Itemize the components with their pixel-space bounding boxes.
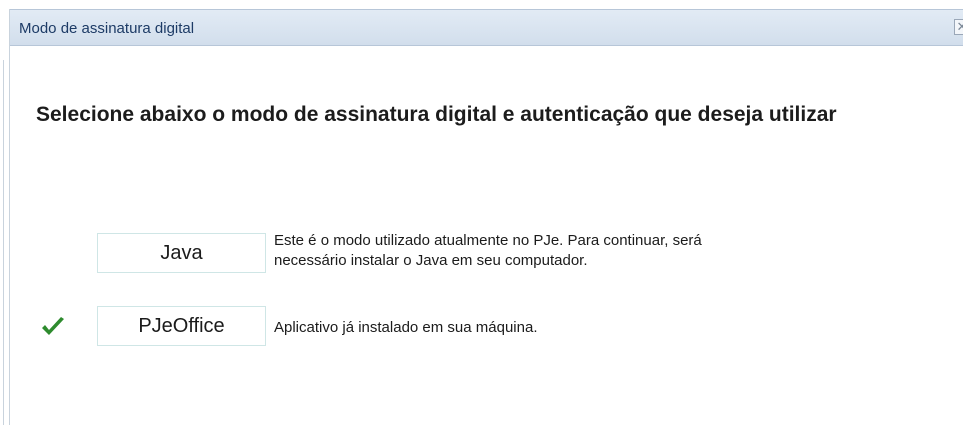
- java-mode-description: Este é o modo utilizado atualmente no PJ…: [274, 231, 934, 271]
- checkmark-icon: [42, 317, 64, 335]
- pjeoffice-description-line-1: Aplicativo já instalado em sua máquina.: [274, 319, 538, 336]
- pjeoffice-mode-description: Aplicativo já instalado em sua máquina.: [274, 318, 934, 338]
- java-description-line-2: necessário instalar o Java em seu comput…: [274, 252, 588, 269]
- java-mode-button[interactable]: Java: [97, 233, 266, 273]
- background-edge: [0, 0, 6, 425]
- dialog-titlebar: Modo de assinatura digital ✕: [10, 9, 963, 46]
- background-divider: [3, 60, 4, 425]
- page-title: Selecione abaixo o modo de assinatura di…: [36, 103, 837, 126]
- pjeoffice-mode-button[interactable]: PJeOffice: [97, 306, 266, 346]
- java-description-line-1: Este é o modo utilizado atualmente no PJ…: [274, 232, 702, 249]
- close-button[interactable]: ✕: [954, 19, 963, 35]
- close-icon: ✕: [956, 19, 963, 34]
- signature-mode-dialog: Modo de assinatura digital ✕ Selecione a…: [9, 9, 963, 425]
- dialog-title: Modo de assinatura digital: [19, 20, 195, 37]
